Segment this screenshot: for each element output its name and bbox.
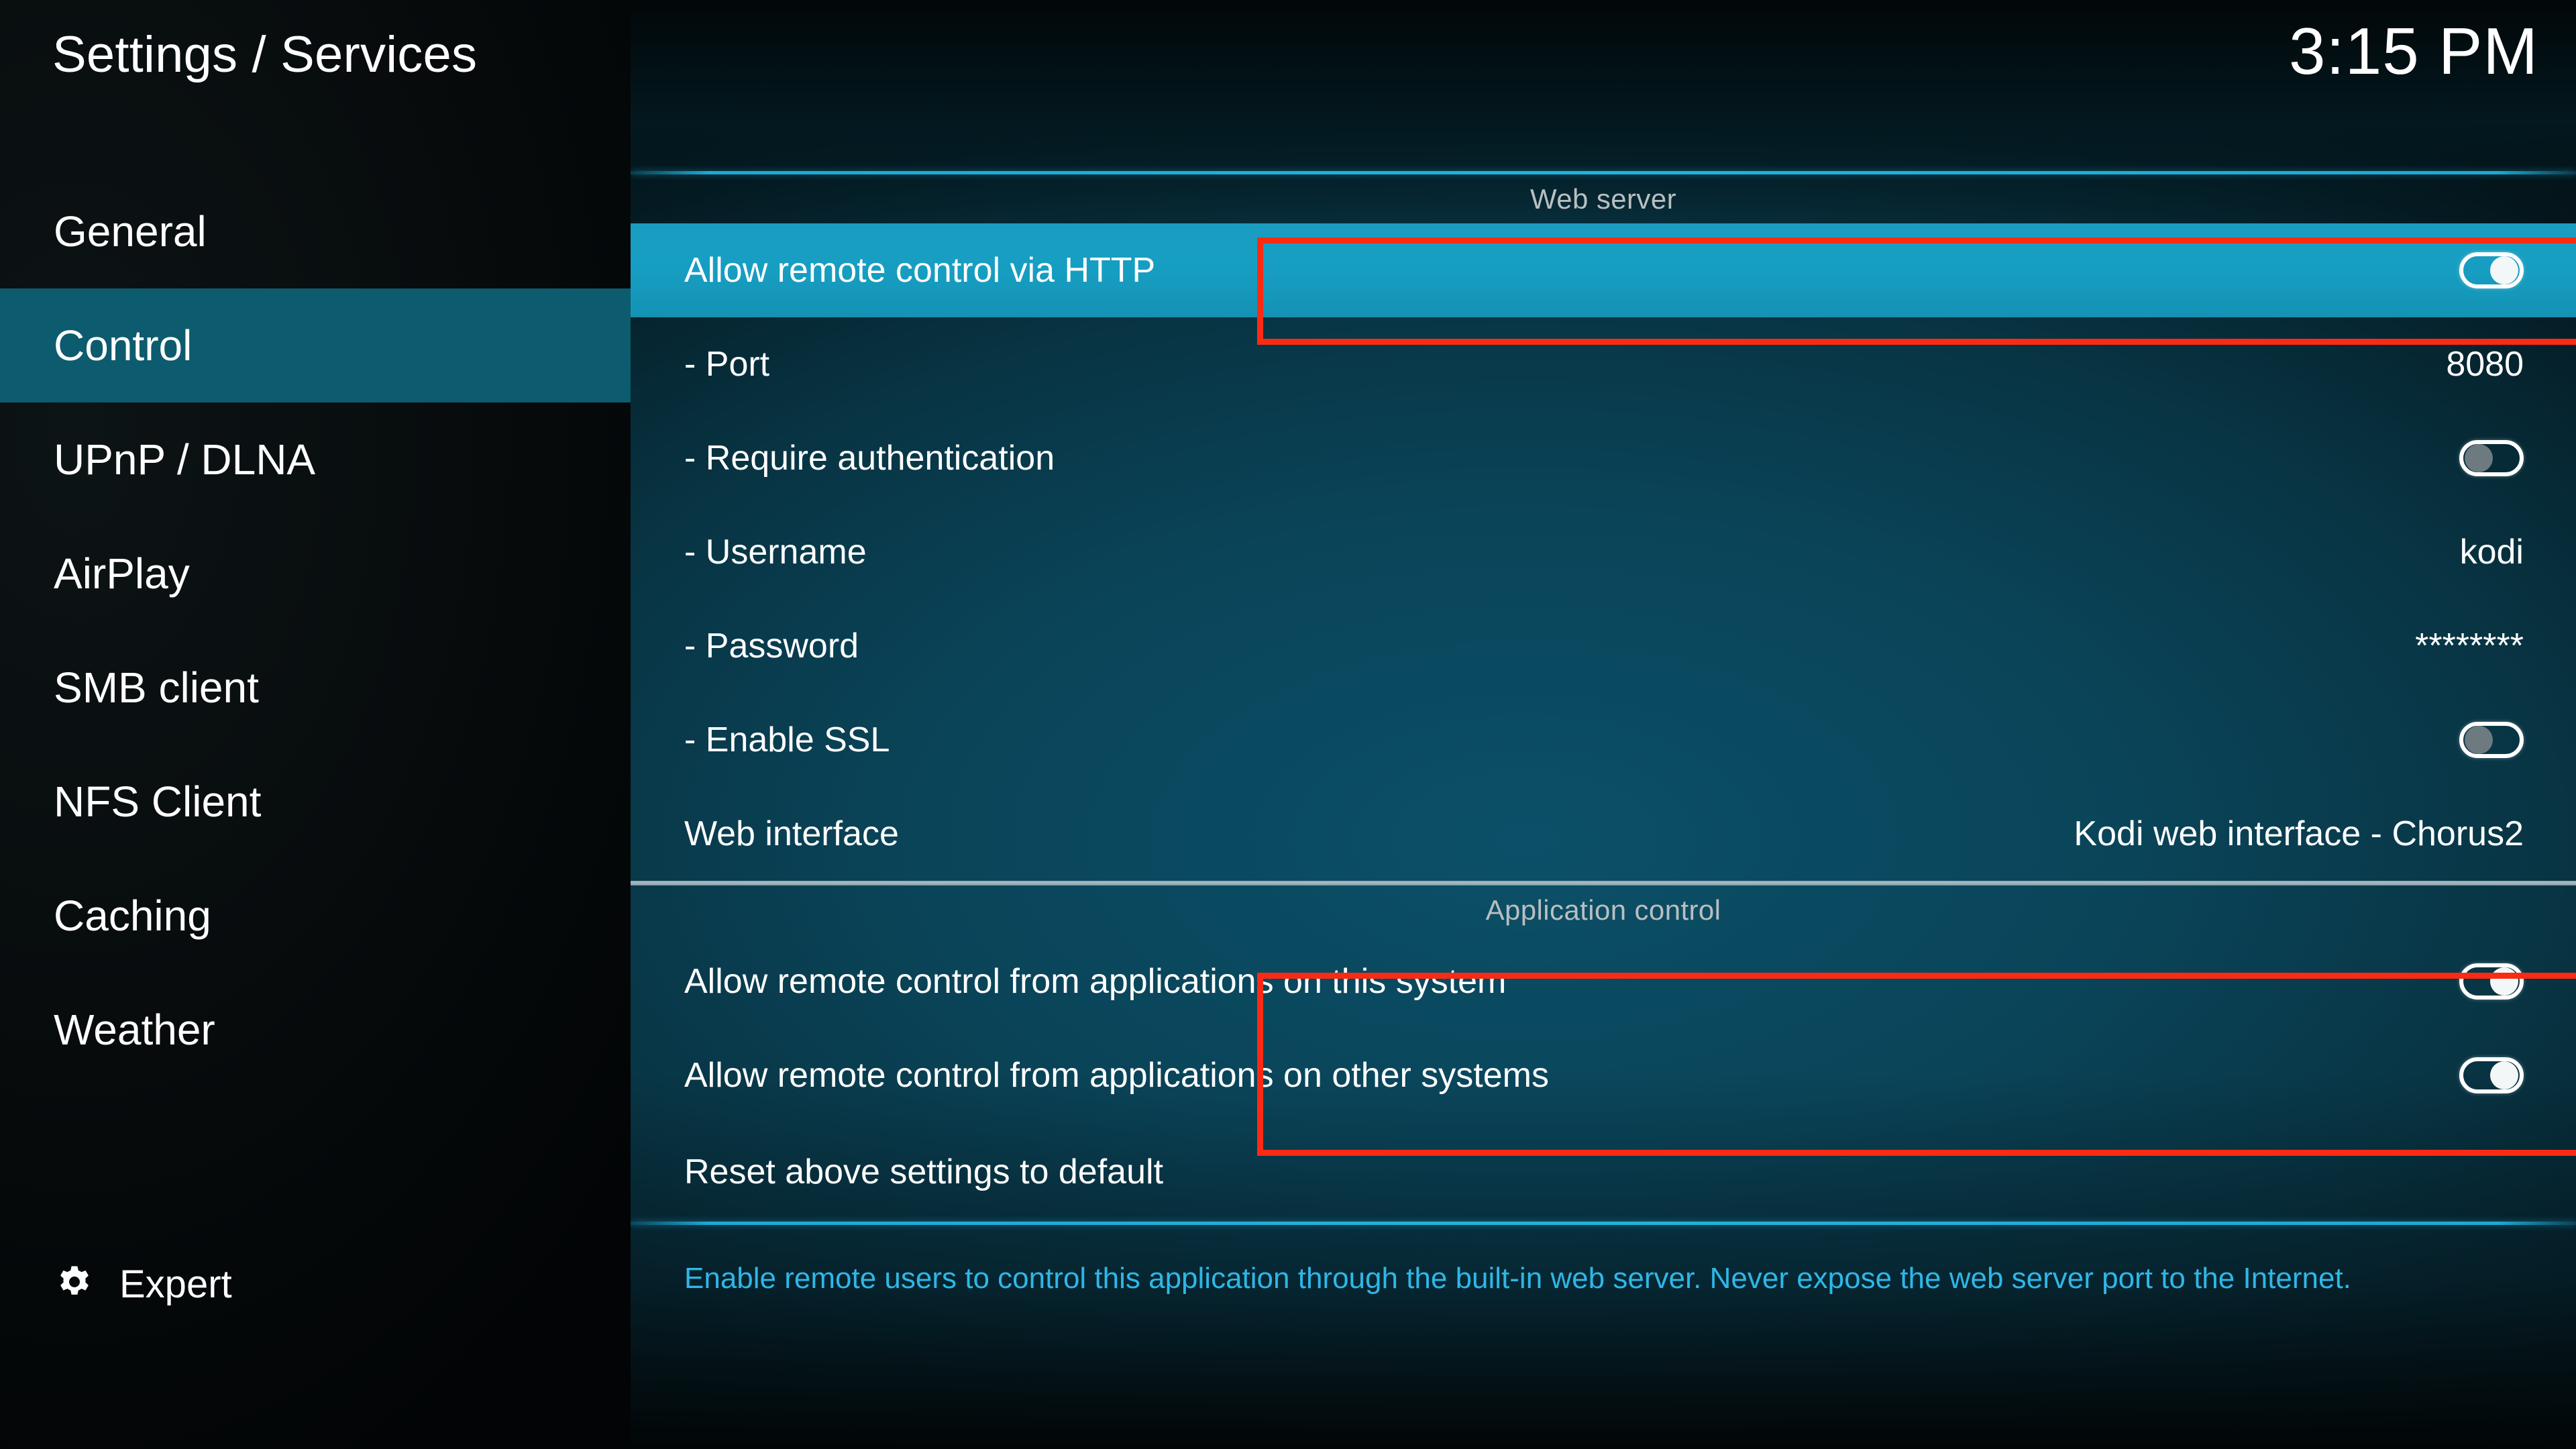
setting-row-web-interface[interactable]: Web interface Kodi web interface - Chorus…	[631, 787, 2576, 881]
page-title: Settings / Services	[52, 26, 478, 83]
sidebar-item-airplay[interactable]: AirPlay	[0, 517, 631, 631]
clock: 3:15 PM	[2289, 14, 2538, 88]
toggle-knob	[2490, 256, 2518, 284]
sidebar-item-label: Weather	[54, 1006, 215, 1054]
sidebar-item-label: AirPlay	[54, 549, 190, 598]
sidebar-item-label: Caching	[54, 892, 211, 940]
setting-row-username[interactable]: - Username kodi	[631, 505, 2576, 599]
sidebar-item-upnp-dlna[interactable]: UPnP / DLNA	[0, 402, 631, 517]
sidebar-item-label: UPnP / DLNA	[54, 435, 316, 484]
sidebar-item-label: SMB client	[54, 663, 259, 712]
sidebar-nav: General Control UPnP / DLNA AirPlay SMB clie…	[0, 174, 631, 1087]
setting-value: 8080	[2446, 345, 2524, 384]
sidebar-item-label: Control	[54, 321, 193, 370]
setting-label: - Require authentication	[684, 439, 1055, 478]
sidebar-item-label: General	[54, 207, 207, 256]
setting-row-require-authentication[interactable]: - Require authentication	[631, 411, 2576, 505]
gear-icon	[52, 1263, 97, 1307]
setting-label: - Username	[684, 533, 867, 572]
setting-value: kodi	[2459, 533, 2524, 572]
reset-settings-row[interactable]: Reset above settings to default	[631, 1122, 2576, 1222]
description-area: Enable remote users to control this appl…	[631, 1225, 2576, 1399]
sidebar-item-label: NFS Client	[54, 777, 262, 826]
reset-settings-label: Reset above settings to default	[684, 1152, 1164, 1191]
setting-row-allow-remote-control-from-applications-on-other-systems[interactable]: Allow remote control from applications o…	[631, 1028, 2576, 1122]
setting-row-port[interactable]: - Port 8080	[631, 317, 2576, 411]
setting-row-enable-ssl[interactable]: - Enable SSL	[631, 693, 2576, 787]
setting-value: ********	[2415, 627, 2524, 665]
setting-row-password[interactable]: - Password ********	[631, 599, 2576, 693]
setting-label: - Port	[684, 345, 770, 384]
kodi-settings-screen: Settings / Services General Control UPnP /…	[0, 0, 2576, 1449]
setting-row-allow-remote-control-from-applications-on-this-system[interactable]: Allow remote control from applications o…	[631, 934, 2576, 1028]
section-header-application-control: Application control	[1485, 894, 1721, 926]
sidebar: Settings / Services General Control UPnP /…	[0, 0, 631, 1449]
expert-level-label: Expert	[119, 1263, 232, 1306]
section-separator	[631, 881, 2576, 885]
settings-content: 3:15 PM Web server Allow remote control v…	[631, 0, 2576, 1449]
setting-label: Web interface	[684, 814, 899, 853]
setting-label: - Enable SSL	[684, 720, 890, 759]
sidebar-item-control[interactable]: Control	[0, 288, 631, 402]
sidebar-item-smb-client[interactable]: SMB client	[0, 631, 631, 745]
settings-list: Web server Allow remote control via HTTP -…	[631, 171, 2576, 1399]
sidebar-item-caching[interactable]: Caching	[0, 859, 631, 973]
toggle-allow-remote-control-from-applications-on-this-system[interactable]	[2459, 963, 2524, 1000]
toggle-knob	[2465, 444, 2493, 472]
expert-level-button[interactable]: Expert	[52, 1262, 232, 1307]
toggle-knob	[2490, 967, 2518, 996]
sidebar-item-weather[interactable]: Weather	[0, 973, 631, 1087]
setting-label: Allow remote control from applications o…	[684, 1056, 1549, 1095]
setting-description: Enable remote users to control this appl…	[684, 1262, 2351, 1295]
sidebar-item-nfs-client[interactable]: NFS Client	[0, 745, 631, 859]
setting-label: Allow remote control from applications o…	[684, 962, 1507, 1001]
toggle-knob	[2465, 726, 2493, 754]
setting-label: - Password	[684, 627, 859, 665]
setting-value: Kodi web interface - Chorus2	[2074, 814, 2524, 853]
toggle-require-authentication[interactable]	[2459, 440, 2524, 476]
toggle-allow-remote-control-via-http[interactable]	[2459, 252, 2524, 288]
toggle-enable-ssl[interactable]	[2459, 722, 2524, 758]
sidebar-item-general[interactable]: General	[0, 174, 631, 288]
toggle-allow-remote-control-from-applications-on-other-systems[interactable]	[2459, 1057, 2524, 1093]
toggle-knob	[2490, 1061, 2518, 1089]
setting-label: Allow remote control via HTTP	[684, 251, 1156, 290]
setting-row-allow-remote-control-via-http[interactable]: Allow remote control via HTTP	[631, 223, 2576, 317]
section-header-web-server: Web server	[1530, 182, 1676, 215]
